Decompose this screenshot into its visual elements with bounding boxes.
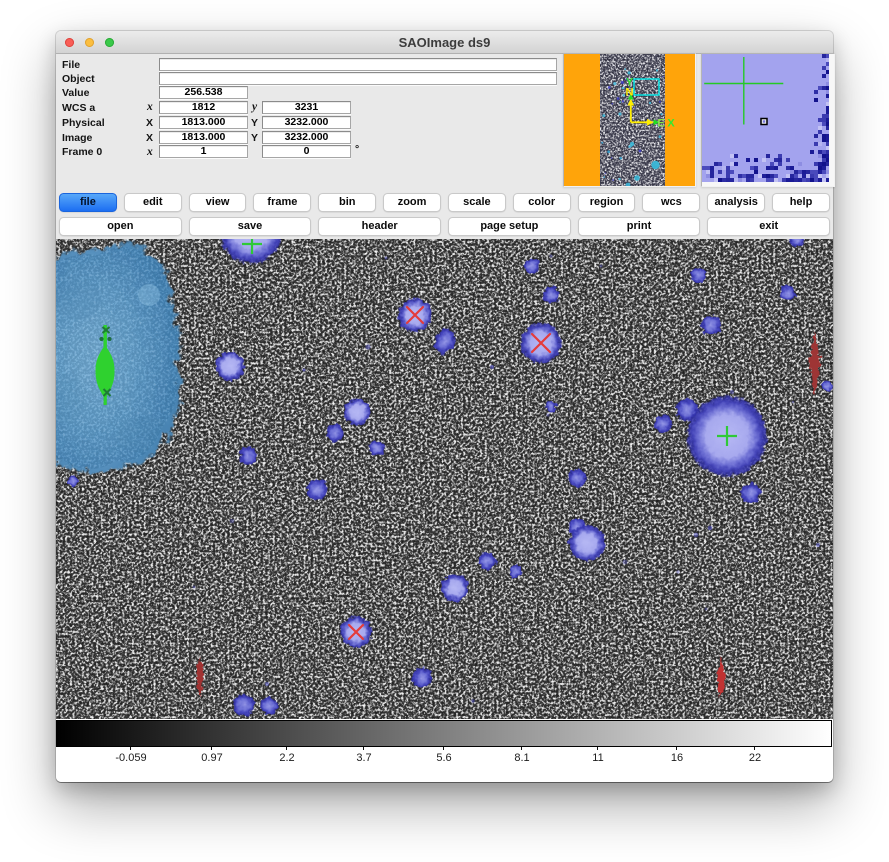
svg-text:X: X xyxy=(667,118,675,130)
svg-text:N: N xyxy=(626,87,634,99)
svg-text:E: E xyxy=(657,118,664,130)
